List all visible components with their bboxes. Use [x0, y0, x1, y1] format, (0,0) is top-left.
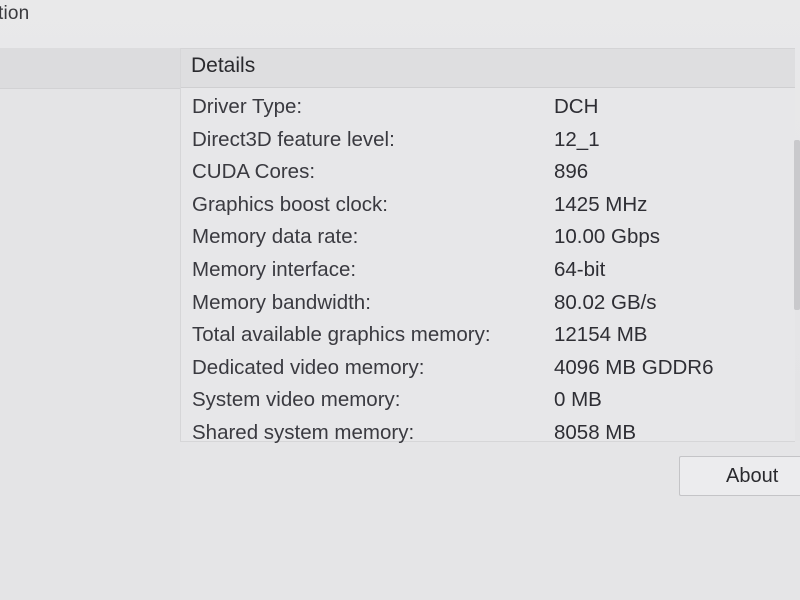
detail-label: System video memory: [192, 388, 401, 412]
detail-row-memory-data-rate: Memory data rate: 10.00 Gbps [192, 221, 792, 254]
details-header-label: Details [191, 54, 256, 77]
detail-row-direct3d-feature-level: Direct3D feature level: 12_1 [192, 124, 792, 157]
details-panel: Details Driver Type: DCH Direct3D featur… [180, 48, 795, 444]
detail-row-driver-type: Driver Type: DCH [192, 91, 792, 124]
detail-value: 8058 MB [554, 420, 637, 444]
detail-value: 10.00 Gbps [554, 225, 660, 249]
detail-label: CUDA Cores: [192, 160, 316, 184]
detail-label: Graphics boost clock: [192, 192, 388, 216]
details-list: Driver Type: DCH Direct3D feature level:… [192, 91, 792, 450]
detail-value: 12154 MB [554, 323, 648, 347]
detail-label: Dedicated video memory: [192, 355, 425, 379]
detail-row-system-video-memory: System video memory: 0 MB [192, 384, 792, 417]
detail-value: 4096 MB GDDR6 [554, 355, 714, 379]
detail-row-total-available-graphics-memory: Total available graphics memory: 12154 M… [192, 319, 792, 352]
detail-value: 1425 MHz [554, 192, 648, 216]
detail-value: 896 [554, 160, 589, 184]
detail-value: 80.02 GB/s [554, 290, 657, 314]
detail-label: Memory data rate: [192, 225, 359, 249]
detail-label: Memory interface: [192, 257, 357, 281]
detail-row-dedicated-video-memory: Dedicated video memory: 4096 MB GDDR6 [192, 352, 792, 385]
detail-value: 64-bit [554, 257, 606, 281]
detail-label: Driver Type: [192, 95, 303, 118]
detail-row-cuda-cores: CUDA Cores: 896 [192, 156, 792, 189]
detail-label: Direct3D feature level: [192, 127, 395, 151]
detail-row-memory-interface: Memory interface: 64-bit [192, 254, 792, 287]
detail-label: Memory bandwidth: [192, 290, 371, 314]
left-pane-header [0, 48, 180, 89]
left-navigation-pane [0, 48, 180, 600]
detail-row-graphics-boost-clock: Graphics boost clock: 1425 MHz [192, 189, 792, 222]
detail-row-memory-bandwidth: Memory bandwidth: 80.02 GB/s [192, 287, 792, 320]
details-header: Details [181, 49, 795, 88]
detail-value: 0 MB [554, 388, 602, 412]
detail-label: Shared system memory: [192, 420, 415, 444]
detail-label: Total available graphics memory: [192, 323, 491, 347]
window-title: tion [0, 3, 30, 24]
about-button[interactable]: About [679, 456, 800, 496]
detail-row-shared-system-memory: Shared system memory: 8058 MB [192, 417, 792, 450]
detail-value: 12_1 [554, 127, 600, 151]
details-scrollbar[interactable] [794, 140, 800, 310]
detail-value: DCH [554, 95, 599, 118]
